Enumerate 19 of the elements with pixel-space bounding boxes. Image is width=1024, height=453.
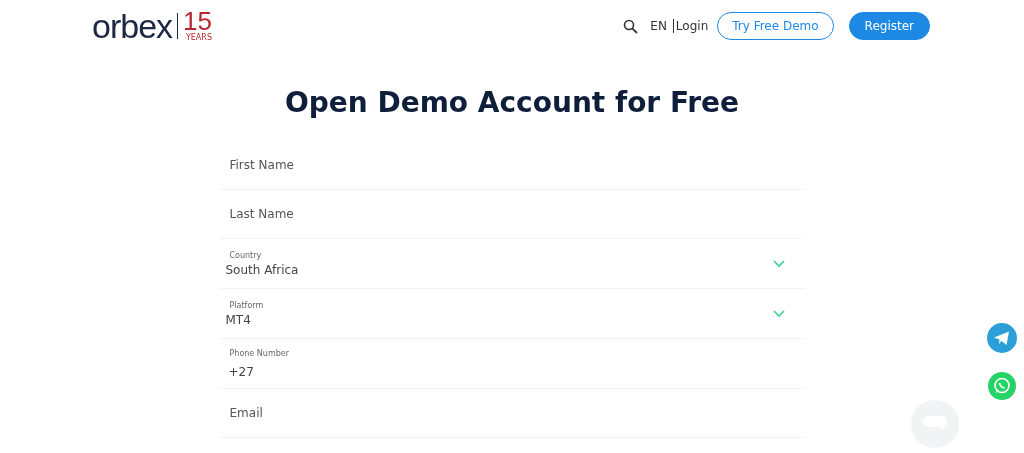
try-demo-button[interactable]: Try Free Demo (717, 12, 834, 40)
input-field[interactable]: Email (219, 389, 805, 438)
chevron-down-icon (772, 309, 785, 318)
logo-wordmark: orbex (92, 9, 173, 43)
anniversary-caption: YEARS (185, 33, 212, 42)
telegram-icon[interactable] (987, 323, 1017, 353)
input-field[interactable]: Phone Number +27 (219, 339, 805, 389)
anniversary-number: 15 (183, 10, 212, 34)
input-field[interactable]: Last Name (219, 190, 805, 239)
select-field[interactable]: Country South Africa (219, 239, 805, 289)
chevron-down-icon (772, 259, 785, 268)
page-title: Open Demo Account for Free (283, 86, 741, 119)
select-field[interactable]: Platform MT4 (219, 289, 805, 339)
input-field[interactable]: First Name (219, 141, 805, 190)
whatsapp-icon[interactable] (988, 372, 1016, 400)
login-link[interactable]: Login (672, 19, 709, 33)
search-icon[interactable] (623, 18, 639, 34)
language-link[interactable]: EN (650, 19, 667, 33)
register-button[interactable]: Register (848, 12, 930, 40)
